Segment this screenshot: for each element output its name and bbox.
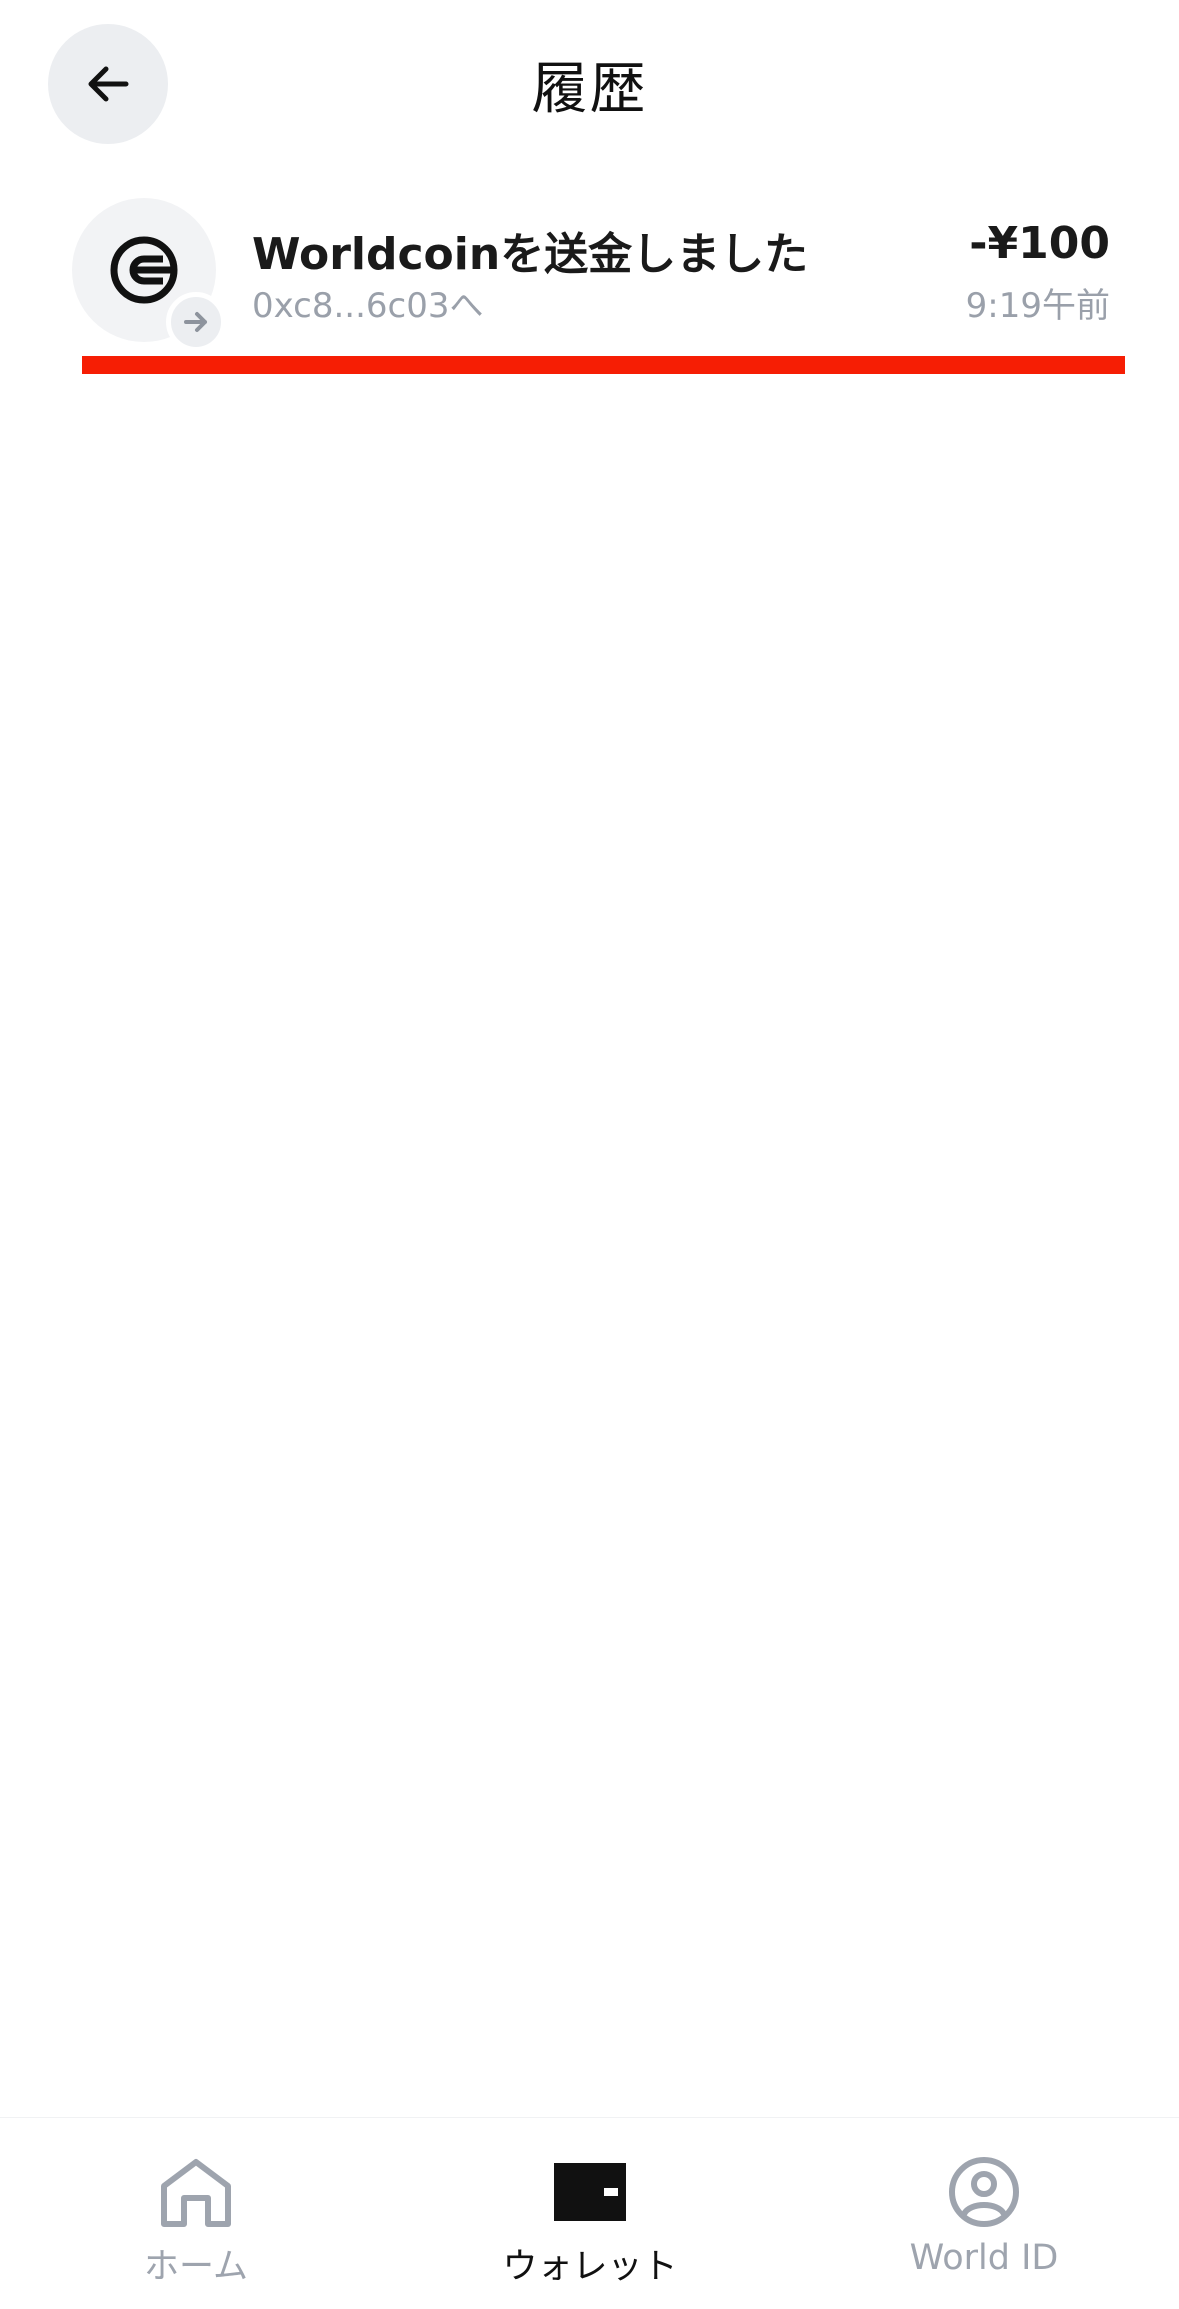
user-circle-icon (949, 2157, 1019, 2227)
transaction-row[interactable]: Worldcoinを送金しました 0xc8...6c03へ -¥100 9:19… (70, 196, 1110, 356)
highlight-bar (82, 356, 1125, 374)
tab-wallet[interactable]: ウォレット (440, 2118, 740, 2309)
transaction-address: 0xc8...6c03へ (252, 286, 484, 326)
page-title: 履歴 (531, 57, 648, 122)
history-screen: 履歴 Worldcoinを送金しました 0xc8...6c03へ -¥100 9… (0, 0, 1179, 2309)
direction-badge (166, 292, 226, 352)
transaction-amount: -¥100 (969, 218, 1110, 269)
arrow-right-icon (184, 312, 207, 332)
tab-wallet-label: ウォレット (502, 2247, 678, 2287)
tab-world-id-label: World ID (909, 2238, 1059, 2278)
tab-home-label: ホーム (144, 2247, 248, 2287)
transaction-title: Worldcoinを送金しました (252, 229, 809, 280)
wallet-icon (554, 2163, 626, 2221)
transaction-time: 9:19午前 (965, 286, 1110, 326)
bottom-tab-bar: ホーム ウォレット World ID (0, 2117, 1179, 2309)
tab-world-id[interactable]: World ID (834, 2118, 1134, 2309)
tab-home[interactable]: ホーム (46, 2118, 346, 2309)
home-icon (161, 2159, 231, 2227)
worldcoin-icon (110, 236, 178, 304)
